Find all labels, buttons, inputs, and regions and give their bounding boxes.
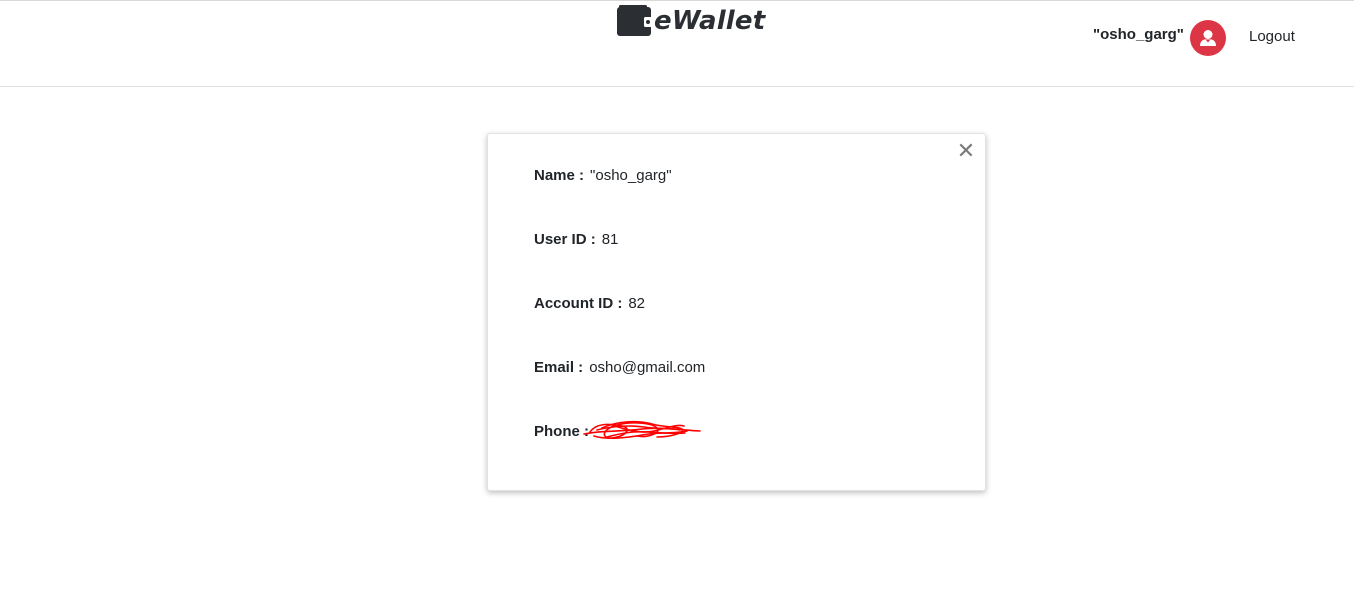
avatar[interactable] <box>1190 20 1226 56</box>
navbar: eWallet "osho_garg" Logout <box>0 1 1354 87</box>
phone-label: Phone : <box>534 423 589 440</box>
brand-logo[interactable]: eWallet <box>616 4 765 38</box>
user-id-row: User ID : 81 <box>534 231 618 248</box>
profile-card: ✕ Name : "osho_garg" User ID : 81 Account … <box>487 133 986 491</box>
logout-link[interactable]: Logout <box>1249 28 1295 45</box>
user-id-value: 81 <box>601 231 619 248</box>
account-id-row: Account ID : 82 <box>534 295 645 312</box>
brand-name: eWallet <box>654 6 766 36</box>
name-label: Name : <box>534 167 585 184</box>
page: eWallet "osho_garg" Logout ✕ Name : "osho… <box>0 0 1354 596</box>
name-row: Name : "osho_garg" <box>534 167 672 184</box>
account-id-label: Account ID : <box>534 295 623 312</box>
name-value: "osho_garg" <box>590 167 672 184</box>
wallet-icon <box>617 5 654 36</box>
user-id-label: User ID : <box>534 231 596 248</box>
email-label: Email : <box>534 359 584 376</box>
close-icon[interactable]: ✕ <box>956 140 976 162</box>
nav-username: "osho_garg" <box>1093 26 1184 43</box>
account-id-value: 82 <box>628 295 646 312</box>
user-icon <box>1200 30 1216 46</box>
email-value: osho@gmail.com <box>589 359 706 376</box>
email-row: Email : osho@gmail.com <box>534 359 705 376</box>
redaction-scribble <box>583 420 701 440</box>
